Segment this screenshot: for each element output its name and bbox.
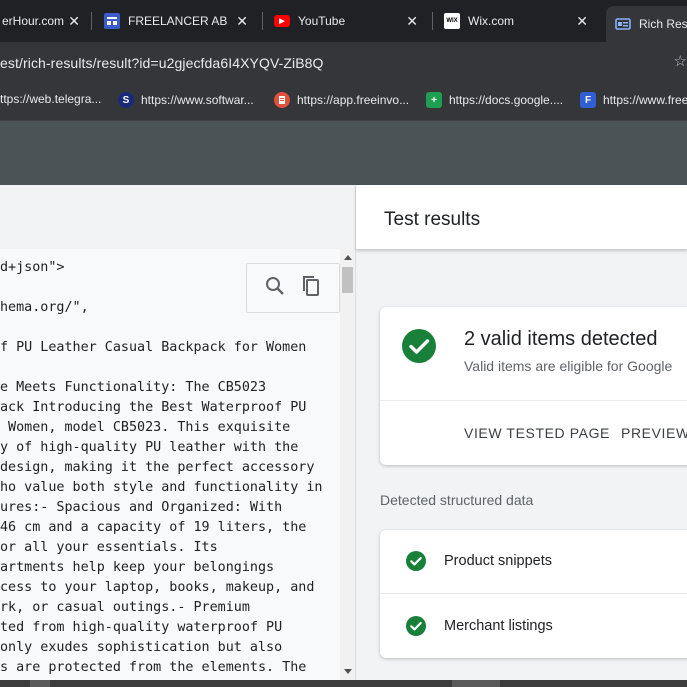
bookmark-label: https://docs.google....: [449, 93, 564, 107]
structured-data-list: Product snippets Merchant listings: [380, 530, 687, 658]
search-icon[interactable]: [263, 274, 289, 300]
bookmark-star-icon[interactable]: ☆: [674, 52, 687, 70]
scrollbar-thumb[interactable]: [342, 267, 353, 293]
bookmark-freeinvoice[interactable]: https://app.freeinvo...: [274, 92, 409, 108]
check-circle-icon: [402, 329, 436, 363]
code-line: artments help keep your belongings: [0, 560, 275, 575]
bookmarks-bar: ttps://web.telegra... S https://www.soft…: [0, 82, 687, 121]
code-line: ted from high-quality waterproof PU: [0, 620, 283, 635]
code-viewer[interactable]: d+json"> hema.org/", f PU Leather Casual B…: [0, 249, 340, 680]
close-icon[interactable]: ✕: [576, 13, 588, 30]
taskbar-item[interactable]: [30, 680, 50, 687]
code-line: rk, or casual outings.- Premium: [0, 600, 250, 615]
detected-structured-data-label: Detected structured data: [380, 492, 534, 508]
bookmark-google-docs[interactable]: + https://docs.google....: [426, 92, 563, 108]
google-sheets-icon: +: [426, 92, 442, 108]
code-line: y of high-quality PU leather with the: [0, 440, 299, 455]
view-tested-page-button[interactable]: VIEW TESTED PAGE: [464, 425, 610, 441]
code-line: ures:- Spacious and Organized: With: [0, 500, 283, 515]
tab-label: YouTube: [298, 14, 346, 28]
code-line: cess to your laptop, books, makeup, and: [0, 580, 315, 595]
browser-tab-strip: erHour.com ✕ FREELANCER ABDU ✕ ▶ YouTube…: [0, 0, 687, 42]
tab-freelancer-hour[interactable]: erHour.com ✕: [0, 0, 88, 42]
bookmark-label: https://www.softwar...: [141, 93, 254, 107]
close-icon[interactable]: ✕: [236, 13, 248, 30]
tab-label: Rich Resu: [639, 17, 687, 31]
close-icon[interactable]: ✕: [68, 13, 80, 30]
bookmark-label: https://app.freeinvo...: [297, 93, 410, 107]
tab-separator: [262, 12, 263, 30]
divider: [380, 400, 687, 401]
rich-results-icon: [615, 16, 631, 32]
code-pane: d+json"> hema.org/", f PU Leather Casual B…: [0, 185, 355, 680]
bookmark-label: ttps://web.telegra...: [0, 92, 102, 106]
code-line: f PU Leather Casual Backpack for Women: [0, 340, 307, 355]
code-line: d+json">: [0, 260, 65, 275]
valid-items-card: 2 valid items detected Valid items are e…: [380, 307, 687, 465]
bookmark-software[interactable]: S https://www.softwar...: [118, 92, 254, 108]
tab-label: Wix.com: [468, 14, 514, 28]
bookmark-free[interactable]: F https://www.free: [580, 92, 687, 108]
close-icon[interactable]: ✕: [406, 13, 418, 30]
code-line: hema.org/",: [0, 300, 89, 315]
results-header: Test results: [356, 185, 687, 249]
code-line: 46 cm and a capacity of 19 liters, the: [0, 520, 307, 535]
code-line: design, making it the perfect accessory: [0, 460, 315, 475]
valid-items-subtitle: Valid items are eligible for Google: [464, 358, 673, 374]
app-header: [0, 121, 687, 185]
list-item-merchant-listings[interactable]: Merchant listings: [380, 594, 687, 658]
tab-youtube[interactable]: ▶ YouTube ✕: [274, 0, 426, 42]
bookmark-label: https://www.free: [603, 93, 687, 107]
url-input[interactable]: est/rich-results/result?id=u2gjecfda6I4X…: [0, 55, 324, 71]
list-item-label: Merchant listings: [444, 618, 553, 634]
code-line: s are protected from the elements. The: [0, 660, 307, 675]
freelancer-site-icon: F: [580, 92, 596, 108]
code-line: e Meets Functionality: The CB5023: [0, 380, 267, 395]
list-item-label: Product snippets: [444, 553, 553, 569]
tab-freelancer-abdu[interactable]: FREELANCER ABDU ✕: [104, 0, 256, 42]
code-line: ack Introducing the Best Waterproof PU: [0, 400, 307, 415]
os-taskbar: [0, 680, 687, 687]
tab-label: FREELANCER ABDU: [128, 14, 228, 28]
tab-wix[interactable]: WIX Wix.com ✕: [444, 0, 596, 42]
copy-icon[interactable]: [299, 274, 325, 300]
tab-label: erHour.com: [2, 14, 65, 28]
freeinvoice-icon: [274, 92, 290, 108]
software-site-icon: S: [118, 92, 134, 108]
code-tools: [246, 263, 340, 313]
code-line: ho value both style and functionality in: [0, 480, 323, 495]
list-item-product-snippets[interactable]: Product snippets: [380, 530, 687, 594]
tab-rich-results[interactable]: Rich Resu: [606, 6, 687, 42]
code-line: Women, model CB5023. This exquisite: [0, 420, 291, 435]
scroll-down-icon[interactable]: [344, 669, 352, 674]
tab-separator: [432, 12, 433, 30]
scroll-up-icon[interactable]: [344, 255, 352, 260]
taskbar-item[interactable]: [452, 680, 500, 687]
code-scrollbar[interactable]: [340, 249, 355, 680]
valid-items-title: 2 valid items detected: [464, 328, 658, 350]
results-pane: Test results 2 valid items detected Vali…: [355, 185, 687, 680]
check-circle-icon: [406, 616, 426, 636]
page-title: Test results: [384, 209, 481, 230]
code-line: or all your essentials. Its: [0, 540, 218, 555]
youtube-icon: ▶: [274, 15, 290, 27]
code-line: only exudes sophistication but also: [0, 640, 283, 655]
address-bar: est/rich-results/result?id=u2gjecfda6I4X…: [0, 42, 687, 82]
check-circle-icon: [406, 551, 426, 571]
freelancer-site-icon: [104, 13, 120, 29]
wix-icon: WIX: [444, 13, 460, 29]
bookmark-telegram[interactable]: ttps://web.telegra...: [0, 92, 101, 106]
preview-results-button[interactable]: PREVIEW R: [621, 425, 687, 441]
code-pane-header: [0, 185, 355, 250]
tab-separator: [91, 12, 92, 30]
